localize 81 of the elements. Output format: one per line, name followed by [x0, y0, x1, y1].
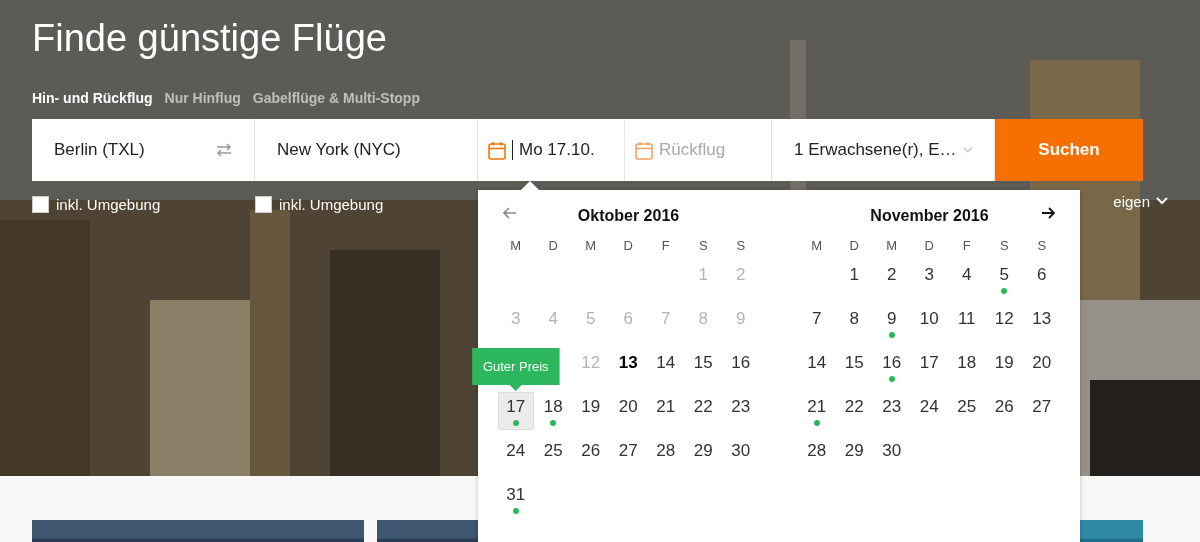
- chevron-down-icon: [1156, 197, 1168, 205]
- page-title: Finde günstige Flüge: [32, 16, 388, 61]
- calendar-day[interactable]: 27: [1024, 392, 1060, 430]
- calendar-day[interactable]: 20: [1024, 348, 1060, 386]
- calendar-day[interactable]: 12: [986, 304, 1022, 342]
- calendar-day[interactable]: 17: [911, 348, 947, 386]
- weekday-label: S: [735, 237, 747, 253]
- calendar-day[interactable]: 23: [723, 392, 759, 430]
- calendar-icon: [635, 140, 653, 160]
- calendar-day[interactable]: 26: [986, 392, 1022, 430]
- chevron-down-icon: [962, 146, 972, 154]
- calendar-day[interactable]: 29: [685, 436, 721, 474]
- calendar-day[interactable]: 28: [799, 436, 835, 474]
- weekday-label: D: [848, 237, 860, 253]
- calendar-day[interactable]: 9: [874, 304, 910, 342]
- weekday-label: M: [509, 237, 523, 253]
- origin-field[interactable]: Berlin (TXL): [32, 119, 255, 181]
- calendar-day[interactable]: 3: [911, 260, 947, 298]
- calendar-day[interactable]: 14: [799, 348, 835, 386]
- weekday-label: S: [998, 237, 1010, 253]
- calendar-day[interactable]: 5: [986, 260, 1022, 298]
- calendar-day[interactable]: 10: [911, 304, 947, 342]
- calendar-day[interactable]: 27: [610, 436, 646, 474]
- calendar-day[interactable]: 21: [648, 392, 684, 430]
- checkbox-label: inkl. Umgebung: [279, 195, 384, 213]
- destination-field[interactable]: New York (NYC): [255, 119, 478, 181]
- price-tooltip: Guter Preis: [471, 348, 560, 391]
- departure-date-field[interactable]: Mo 17.10.: [478, 119, 625, 181]
- weekday-label: M: [810, 237, 824, 253]
- calendar-day[interactable]: 22: [685, 392, 721, 430]
- weekday-label: F: [961, 237, 972, 253]
- calendar-day[interactable]: 19: [986, 348, 1022, 386]
- weekday-label: S: [1036, 237, 1048, 253]
- trip-type-tab[interactable]: Gabelflüge & Multi-Stopp: [252, 90, 420, 106]
- calendar-day[interactable]: 21: [799, 392, 835, 430]
- calendar-day[interactable]: 26: [573, 436, 609, 474]
- weekday-label: S: [697, 237, 709, 253]
- trip-type-tab[interactable]: Hin- und Rückflug: [32, 90, 153, 106]
- calendar-day[interactable]: 11: [949, 304, 985, 342]
- weekday-label: F: [660, 237, 671, 253]
- checkbox-label: inkl. Umgebung: [56, 195, 161, 213]
- more-options-link[interactable]: eigen: [1113, 192, 1150, 210]
- weekday-label: M: [584, 237, 598, 253]
- calendar-day[interactable]: 7: [799, 304, 835, 342]
- weekday-label: D: [923, 237, 935, 253]
- weekday-label: M: [885, 237, 899, 253]
- calendar-day[interactable]: 30: [723, 436, 759, 474]
- calendar-day[interactable]: 23: [874, 392, 910, 430]
- calendar-day[interactable]: 15: [836, 348, 872, 386]
- calendar-day[interactable]: 13: [1024, 304, 1060, 342]
- month-title: Oktober 2016: [577, 207, 680, 225]
- calendar-day[interactable]: 19: [573, 392, 609, 430]
- calendar-day[interactable]: 8: [836, 304, 872, 342]
- calendar-day[interactable]: 1: [836, 260, 872, 298]
- month-title: November 2016: [870, 207, 989, 225]
- calendar-day[interactable]: 31: [498, 480, 534, 518]
- calendar-day[interactable]: 18: [949, 348, 985, 386]
- calendar-day[interactable]: 16: [874, 348, 910, 386]
- calendar-day[interactable]: 24: [498, 436, 534, 474]
- calendar-icon: [488, 140, 506, 160]
- weekday-label: D: [547, 237, 559, 253]
- calendar-day[interactable]: 20: [610, 392, 646, 430]
- calendar-day[interactable]: 6: [1024, 260, 1060, 298]
- calendar-day[interactable]: 2: [874, 260, 910, 298]
- calendar-day[interactable]: 16: [723, 348, 759, 386]
- passengers-dropdown[interactable]: 1 Erwachsene(r), E…: [772, 119, 995, 181]
- calendar-day[interactable]: 22: [836, 392, 872, 430]
- calendar-day[interactable]: 4: [949, 260, 985, 298]
- calendar-day[interactable]: 15: [685, 348, 721, 386]
- weekday-label: D: [622, 237, 634, 253]
- calendar-day[interactable]: 13: [610, 348, 646, 386]
- calendar-day[interactable]: 18: [535, 392, 571, 430]
- trip-type-tab[interactable]: Nur Hinflug: [164, 90, 241, 106]
- calendar-day[interactable]: 25: [535, 436, 571, 474]
- calendar-day[interactable]: 25: [949, 392, 985, 430]
- calendar-day[interactable]: 30: [874, 436, 910, 474]
- swap-icon: [216, 143, 232, 157]
- calendar-day[interactable]: 29: [836, 436, 872, 474]
- calendar-day[interactable]: 24: [911, 392, 947, 430]
- calendar-day[interactable]: 28: [648, 436, 684, 474]
- calendar-day[interactable]: 14: [648, 348, 684, 386]
